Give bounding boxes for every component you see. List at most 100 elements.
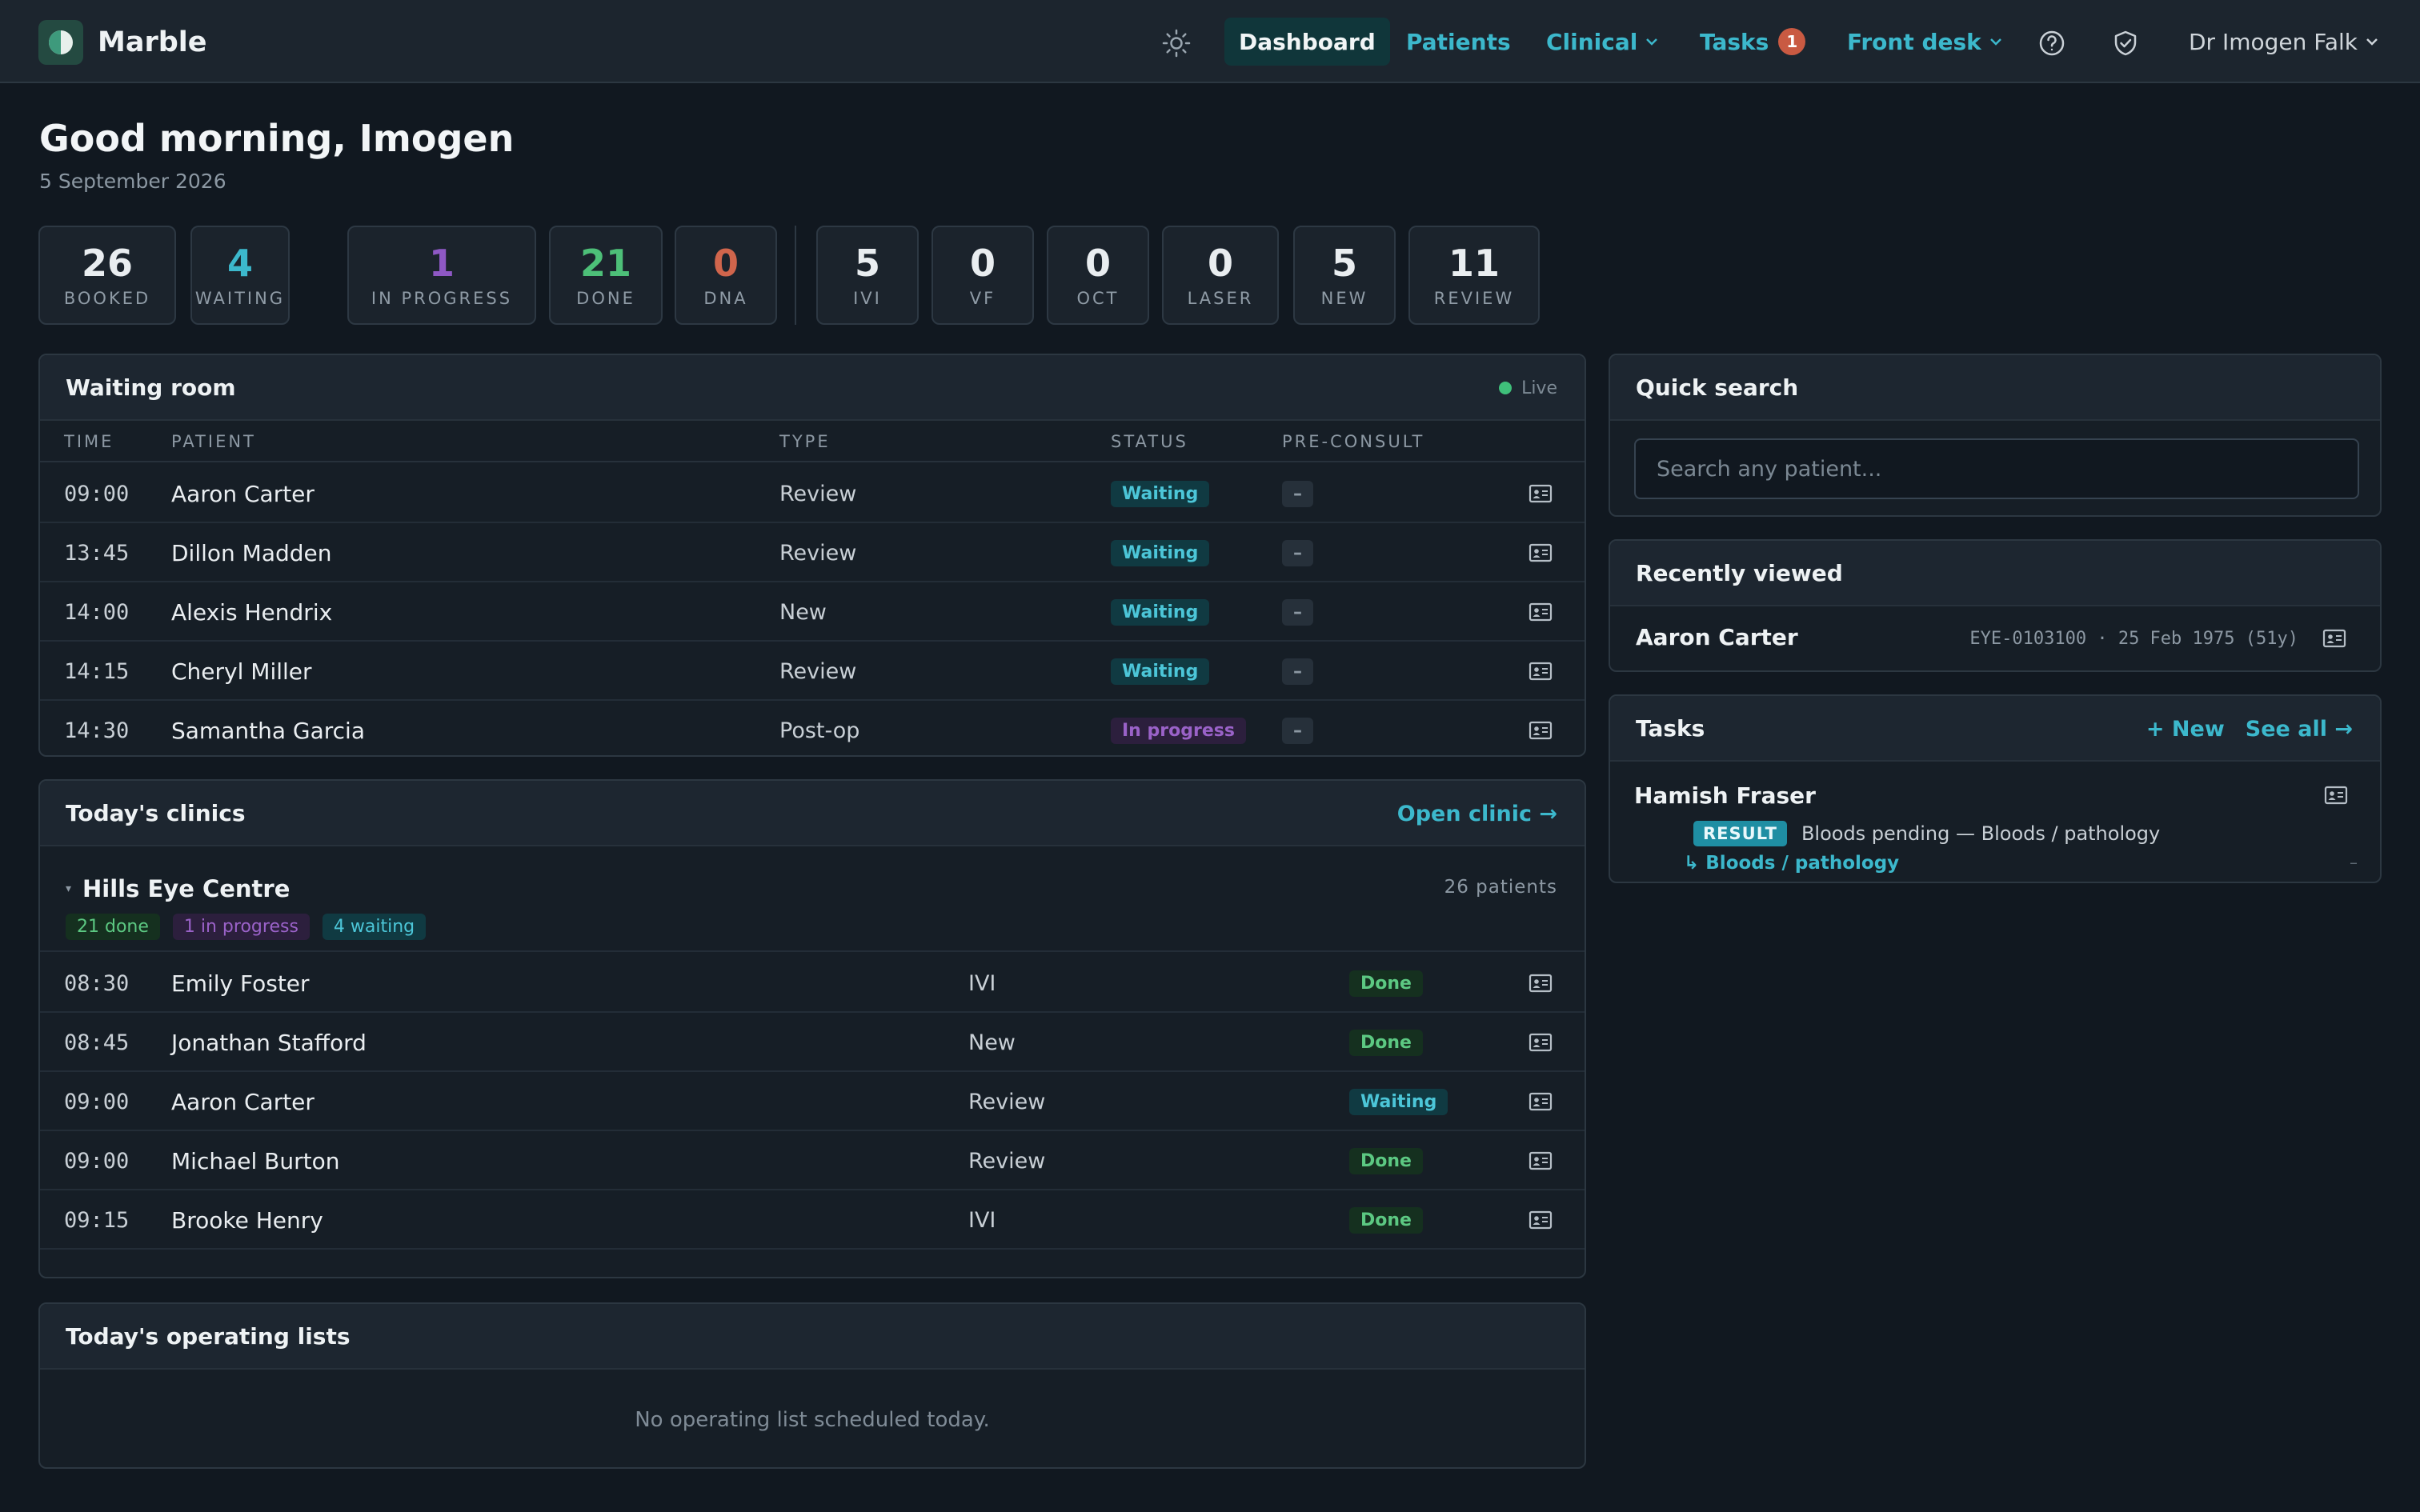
stat-card-new[interactable]: 5 NEW xyxy=(1293,226,1396,325)
tasks-header: Tasks + New See all → xyxy=(1610,696,2380,762)
stat-card-done[interactable]: 21 DONE xyxy=(549,226,663,325)
table-row[interactable]: 09:00 Aaron Carter Review Waiting – xyxy=(40,464,1585,523)
stat-card-review[interactable]: 11 REVIEW xyxy=(1408,226,1540,325)
nav-clinical[interactable]: Clinical xyxy=(1546,18,1658,66)
row-patient-name[interactable]: Cheryl Miller xyxy=(171,642,312,701)
table-row[interactable]: 14:30 Samantha Garcia Post-op In progress – xyxy=(40,701,1585,755)
chevron-down-icon xyxy=(1646,38,1658,46)
task-description: Bloods pending — Bloods / pathology xyxy=(1801,822,2161,845)
recently-viewed-panel: Recently viewed Aaron Carter EYE-0103100… xyxy=(1609,539,2382,672)
clinic-patient-count: 26 patients xyxy=(1444,877,1557,898)
new-task-button[interactable]: + New xyxy=(2146,717,2225,742)
shield-check-icon[interactable] xyxy=(2109,27,2142,59)
stat-value: 0 xyxy=(969,242,996,285)
patient-card-icon[interactable] xyxy=(1529,582,1553,642)
clinic-site-name: Hills Eye Centre xyxy=(82,875,290,902)
patient-card-icon[interactable] xyxy=(1529,701,1553,755)
patient-card-icon[interactable] xyxy=(2324,786,2348,810)
preconsult-badge[interactable]: – xyxy=(1282,539,1313,566)
col-type: TYPE xyxy=(779,432,831,451)
row-time: 09:15 xyxy=(64,1207,130,1233)
table-row[interactable]: 14:15 Cheryl Miller Review Waiting – xyxy=(40,642,1585,701)
summary-in-progress-badge: 1 in progress xyxy=(172,914,310,940)
preconsult-badge[interactable]: – xyxy=(1282,598,1313,626)
col-status: STATUS xyxy=(1111,432,1188,451)
table-row[interactable]: 09:00 Aaron Carter Review Waiting xyxy=(40,1072,1585,1131)
row-patient-name[interactable]: Emily Foster xyxy=(171,954,310,1013)
top-nav: Marble Dashboard Patients Clinical Tasks… xyxy=(0,0,2420,83)
nav-front-desk[interactable]: Front desk xyxy=(1847,18,2002,66)
patient-card-icon[interactable] xyxy=(1529,1131,1553,1190)
status-badge: Done xyxy=(1349,1147,1423,1174)
preconsult-badge[interactable]: – xyxy=(1282,717,1313,744)
patient-card-icon[interactable] xyxy=(1529,464,1553,523)
row-patient-name[interactable]: Jonathan Stafford xyxy=(171,1013,367,1072)
table-row[interactable]: 09:00 Michael Burton Review Done xyxy=(40,1131,1585,1190)
row-patient-name[interactable]: Alexis Hendrix xyxy=(171,582,332,642)
patient-card-icon[interactable] xyxy=(1529,1072,1553,1131)
row-type: Review xyxy=(968,1148,1046,1174)
nav-clinical-label: Clinical xyxy=(1546,28,1638,55)
nav-tasks-label: Tasks xyxy=(1700,28,1769,55)
tasks-count-badge: 1 xyxy=(1778,28,1806,55)
stat-value: 21 xyxy=(579,242,631,285)
stat-label: OCT xyxy=(1076,289,1120,308)
operating-lists-title: Today's operating lists xyxy=(66,1322,351,1350)
row-patient-name[interactable]: Michael Burton xyxy=(171,1131,339,1190)
status-badge: Done xyxy=(1349,1206,1423,1234)
stat-card-laser[interactable]: 0 LASER xyxy=(1162,226,1279,325)
theme-sun-icon[interactable] xyxy=(1160,27,1192,59)
clinics-header: Today's clinics Open clinic → xyxy=(40,781,1585,846)
table-row[interactable]: 14:00 Alexis Hendrix New Waiting – xyxy=(40,582,1585,642)
clinic-site-group[interactable]: ▾ Hills Eye Centre 26 patients 21 done 1… xyxy=(40,848,1585,952)
collapse-caret-icon[interactable]: ▾ xyxy=(66,882,71,895)
patient-card-icon[interactable] xyxy=(1529,523,1553,582)
row-patient-name[interactable]: Aaron Carter xyxy=(171,1072,315,1131)
stat-card-dna[interactable]: 0 DNA xyxy=(675,226,777,325)
table-row[interactable]: 13:45 Dillon Madden Review Waiting – xyxy=(40,523,1585,582)
nav-patients[interactable]: Patients xyxy=(1406,18,1511,66)
row-patient-name[interactable]: Dillon Madden xyxy=(171,523,332,582)
patient-search-input[interactable] xyxy=(1634,438,2359,499)
help-icon[interactable] xyxy=(2036,27,2068,59)
patient-card-icon[interactable] xyxy=(2322,629,2346,654)
preconsult-badge[interactable]: – xyxy=(1282,480,1313,507)
stat-card-in-progress[interactable]: 1 IN PROGRESS xyxy=(347,226,536,325)
open-clinic-link[interactable]: Open clinic → xyxy=(1397,802,1557,826)
nav-tasks[interactable]: Tasks 1 xyxy=(1700,18,1806,66)
status-badge: Waiting xyxy=(1349,1088,1448,1115)
nav-dashboard[interactable]: Dashboard xyxy=(1224,18,1390,66)
task-category-link[interactable]: ↳ Bloods / pathology xyxy=(1684,853,1899,874)
row-patient-name[interactable]: Samantha Garcia xyxy=(171,701,365,755)
stat-label: LASER xyxy=(1187,289,1254,308)
stat-card-oct[interactable]: 0 OCT xyxy=(1047,226,1149,325)
recently-viewed-header: Recently viewed xyxy=(1610,541,2380,606)
stat-card-vf[interactable]: 0 VF xyxy=(932,226,1034,325)
stat-card-booked[interactable]: 26 BOOKED xyxy=(38,226,176,325)
row-type: Review xyxy=(968,1089,1046,1114)
patient-card-icon[interactable] xyxy=(1529,1013,1553,1072)
table-row[interactable]: 09:15 Brooke Henry IVI Done xyxy=(40,1190,1585,1250)
table-row[interactable]: 08:45 Jonathan Stafford New Done xyxy=(40,1013,1585,1072)
patient-card-icon[interactable] xyxy=(1529,954,1553,1013)
see-all-tasks-link[interactable]: See all → xyxy=(2246,717,2353,742)
user-menu[interactable]: Dr Imogen Falk xyxy=(2189,18,2378,66)
patient-card-icon[interactable] xyxy=(1529,1190,1553,1250)
row-patient-name[interactable]: Aaron Carter xyxy=(171,464,315,523)
status-badge: Waiting xyxy=(1111,539,1210,566)
task-patient-name: Hamish Fraser xyxy=(1634,782,1816,809)
stat-card-ivi[interactable]: 5 IVI xyxy=(816,226,919,325)
task-item[interactable]: Hamish Fraser RESULT Bloods pending — Bl… xyxy=(1610,763,2380,882)
brand[interactable]: Marble xyxy=(38,20,207,65)
row-patient-name[interactable]: Brooke Henry xyxy=(171,1190,323,1250)
patient-card-icon[interactable] xyxy=(1529,642,1553,701)
preconsult-badge[interactable]: – xyxy=(1282,658,1313,685)
col-patient: PATIENT xyxy=(171,432,256,451)
row-time: 14:00 xyxy=(64,599,130,625)
stat-card-waiting[interactable]: 4 WAITING xyxy=(190,226,290,325)
recent-patient-row[interactable]: Aaron Carter EYE-0103100 · 25 Feb 1975 (… xyxy=(1610,608,2380,670)
row-time: 13:45 xyxy=(64,540,130,566)
stat-label: DNA xyxy=(703,289,748,308)
table-row[interactable]: 08:30 Emily Foster IVI Done xyxy=(40,954,1585,1013)
row-time: 08:45 xyxy=(64,1030,130,1055)
